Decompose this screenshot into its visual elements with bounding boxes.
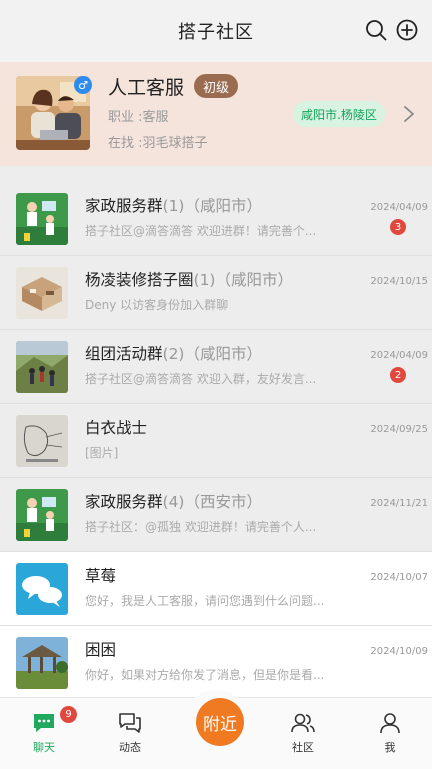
contact-avatar [16,415,68,467]
chat-row[interactable]: 白衣战士 [图片] 2024/09/25 [0,404,432,478]
tab-label: 社区 [292,741,314,754]
chat-preview: 搭子社区@滴答滴答 欢迎入群，友好发言... [85,372,317,386]
chat-preview: 你好，如果对方给你发了消息，但是你是看... [85,668,325,682]
tab-label: 聊天 [33,741,55,754]
unread-badge: 3 [390,219,406,235]
chat-row[interactable]: 草莓 您好，我是人工客服，请问您遇到什么问题... 2024/10/07 [0,552,432,626]
chat-date: 2024/10/09 [370,646,428,657]
chat-row[interactable]: 组团活动群(2)（咸阳市） 搭子社区@滴答滴答 欢迎入群，友好发言... 202… [0,330,432,404]
chat-title: 白衣战士 [85,419,148,437]
chat-title: 家政服务群(1)（咸阳市） [85,197,262,215]
profile-job: 职业 :客服 [108,110,169,125]
group-avatar [16,489,68,541]
chat-bubble-icon [34,714,54,732]
chat-date: 2024/11/21 [370,498,428,509]
group-avatar [16,193,68,245]
chat-list: 家政服务群(1)（咸阳市） 搭子社区@滴答滴答 欢迎进群！请完善个... 202… [0,182,432,700]
tab-label: 动态 [119,741,141,754]
tab-community[interactable]: 社区 [273,698,333,769]
chat-preview: Deny 以访客身份加入群聊 [85,298,229,312]
chat-title: 家政服务群(4)（西安市） [85,493,262,511]
contact-avatar [16,563,68,615]
chat-preview: [图片] [85,446,119,460]
male-icon: ♂ [74,76,92,94]
user-icon [380,713,400,734]
chat-title: 草莓 [85,567,117,585]
chat-title: 困困 [85,641,117,659]
nearby-button[interactable]: 附近 [196,698,244,746]
chat-row[interactable]: 杨凌装修搭子圈(1)（咸阳市） Deny 以访客身份加入群聊 2024/10/1… [0,256,432,330]
chat-date: 2024/04/09 [370,202,428,213]
chat-date: 2024/04/09 [370,350,428,361]
group-avatar [16,341,68,393]
page-title: 搭子社区 [178,22,254,43]
tab-label: 我 [384,741,396,754]
chat-row[interactable]: 家政服务群(1)（咸阳市） 搭子社区@滴答滴答 欢迎进群！请完善个... 202… [0,182,432,256]
chevron-right-icon[interactable] [402,104,416,124]
tab-me[interactable]: 我 [360,698,420,769]
profile-seeking: 在找 :羽毛球搭子 [108,136,208,151]
chat-title: 杨凌装修搭子圈(1)（咸阳市） [85,271,293,289]
chat-preview: 搭子社区：@孤独 欢迎进群！请完善个人... [85,520,317,534]
search-icon[interactable] [364,18,388,42]
location-tag[interactable]: 咸阳市.杨陵区 [293,101,385,127]
chat-row[interactable]: 困困 你好，如果对方给你发了消息，但是你是看... 2024/10/09 [0,626,432,700]
tab-feed[interactable]: 动态 [100,698,160,769]
messages-icon [119,713,141,733]
users-icon [291,713,315,733]
chat-date: 2024/10/07 [370,572,428,583]
chat-row[interactable]: 家政服务群(4)（西安市） 搭子社区：@孤独 欢迎进群！请完善个人... 202… [0,478,432,552]
chat-title: 组团活动群(2)（咸阳市） [85,345,262,363]
chat-unread-badge: 9 [60,706,77,723]
profile-name: 人工客服 [108,77,185,99]
group-avatar [16,267,68,319]
chat-date: 2024/09/25 [370,424,428,435]
contact-avatar [16,637,68,689]
plus-circle-icon[interactable] [395,18,419,42]
chat-preview: 搭子社区@滴答滴答 欢迎进群！请完善个... [85,224,317,238]
unread-badge: 2 [390,367,406,383]
chat-date: 2024/10/15 [370,276,428,287]
chat-preview: 您好，我是人工客服，请问您遇到什么问题... [85,594,325,608]
level-badge: 初级 [194,74,239,98]
